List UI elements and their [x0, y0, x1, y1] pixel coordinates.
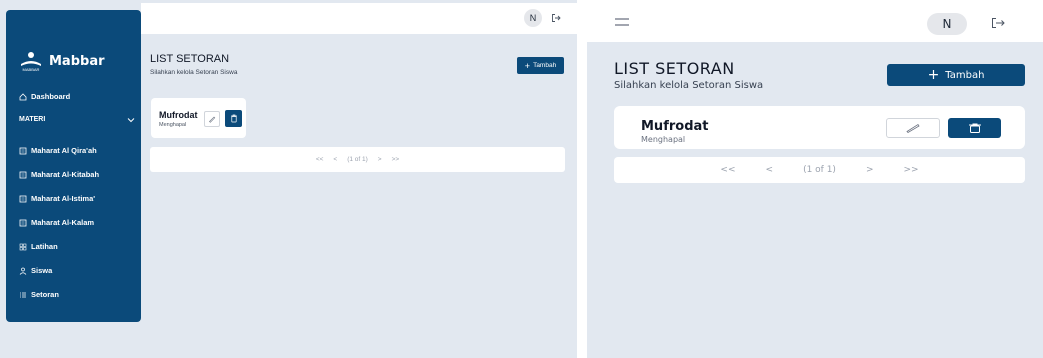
page-next-button[interactable]: > [866, 165, 874, 175]
item-title: Mufrodat [159, 110, 198, 120]
page-next-button[interactable]: > [378, 156, 382, 163]
sidebar-item-label: Latihan [31, 242, 58, 251]
book-icon [19, 171, 27, 178]
sidebar-item-kalam[interactable]: Maharat Al-Kalam [19, 218, 94, 227]
sidebar-item-siswa[interactable]: Siswa [19, 266, 52, 275]
sidebar-item-setoran[interactable]: Setoran [19, 290, 59, 299]
desktop-view: N MABBAR Mabbar Dashboard MATERI Maharat… [0, 0, 577, 358]
menu-icon[interactable] [615, 18, 629, 26]
divider [577, 0, 587, 358]
pencil-icon [906, 123, 920, 133]
sidebar-item-label: Setoran [31, 290, 59, 299]
list-icon [20, 292, 26, 297]
book-icon [19, 195, 27, 202]
sidebar: MABBAR Mabbar Dashboard MATERI Maharat A… [6, 10, 141, 322]
sidebar-item-label: Maharat Al-Kitabah [31, 170, 100, 179]
add-button-label: Tambah [533, 62, 557, 69]
page-prev-button[interactable]: < [766, 165, 774, 175]
logout-icon[interactable] [551, 13, 561, 23]
trash-icon [968, 123, 981, 133]
plus-icon: + [524, 60, 531, 71]
book-icon [19, 147, 27, 154]
mobile-view: N LIST SETORAN Silahkan kelola Setoran S… [587, 0, 1043, 358]
trash-icon [230, 114, 237, 123]
sidebar-section-materi[interactable]: MATERI [19, 116, 135, 123]
item-subtitle: Menghapal [641, 135, 686, 144]
page-prev-button[interactable]: < [333, 156, 337, 163]
home-icon [19, 92, 27, 100]
sidebar-item-kitabah[interactable]: Maharat Al-Kitabah [19, 170, 99, 179]
pagination: << < (1 of 1) > >> [150, 147, 565, 172]
sidebar-item-qiraah[interactable]: Maharat Al Qira'ah [19, 146, 97, 155]
delete-button[interactable] [225, 110, 242, 127]
add-button[interactable]: + Tambah [517, 57, 564, 74]
page-subtitle: Silahkan kelola Setoran Siswa [150, 69, 238, 76]
sidebar-item-label: Dashboard [31, 92, 71, 101]
sidebar-item-label: Siswa [31, 266, 53, 275]
page-last-button[interactable]: >> [903, 165, 918, 175]
user-avatar[interactable]: N [927, 13, 967, 35]
page-subtitle: Silahkan kelola Setoran Siswa [614, 80, 764, 91]
edit-button[interactable] [204, 111, 220, 127]
page-info: (1 of 1) [347, 156, 368, 163]
page-last-button[interactable]: >> [392, 156, 400, 163]
grid-icon [19, 243, 27, 250]
mobile-top-bar [587, 0, 1043, 42]
book-icon [19, 219, 27, 226]
item-title: Mufrodat [641, 119, 709, 134]
page-info: (1 of 1) [803, 165, 836, 175]
user-icon [19, 267, 27, 275]
top-bar [141, 3, 577, 34]
sidebar-item-label: Maharat Al-Istima' [31, 194, 96, 203]
page-first-button[interactable]: << [316, 156, 324, 163]
add-button[interactable]: + Tambah [887, 64, 1025, 86]
edit-button[interactable] [886, 118, 940, 138]
user-avatar[interactable]: N [524, 9, 542, 27]
plus-icon: + [927, 67, 940, 83]
logo-caption: MABBAR [23, 67, 40, 72]
logout-icon[interactable] [991, 17, 1005, 29]
sidebar-item-label: Maharat Al-Kalam [31, 218, 95, 227]
brand[interactable]: MABBAR Mabbar [19, 50, 105, 72]
page-title: LIST SETORAN [614, 59, 735, 78]
list-item: Mufrodat Menghapal [614, 106, 1025, 149]
pagination: << < (1 of 1) > >> [614, 157, 1025, 183]
delete-button[interactable] [948, 118, 1001, 138]
add-button-label: Tambah [945, 69, 985, 81]
page-title: LIST SETORAN [150, 53, 230, 65]
list-item: Mufrodat Menghapal [151, 98, 246, 138]
chevron-down-icon [127, 117, 135, 122]
sidebar-item-dashboard[interactable]: Dashboard [19, 92, 70, 101]
item-subtitle: Menghapal [159, 122, 187, 128]
app-name: Mabbar [49, 53, 105, 69]
section-label: MATERI [19, 116, 46, 123]
mabbar-logo-icon: MABBAR [21, 52, 41, 72]
pencil-icon [209, 116, 216, 123]
sidebar-item-label: Maharat Al Qira'ah [31, 146, 97, 155]
page-first-button[interactable]: << [720, 165, 735, 175]
sidebar-item-latihan[interactable]: Latihan [19, 242, 58, 251]
sidebar-item-istima[interactable]: Maharat Al-Istima' [19, 194, 95, 203]
